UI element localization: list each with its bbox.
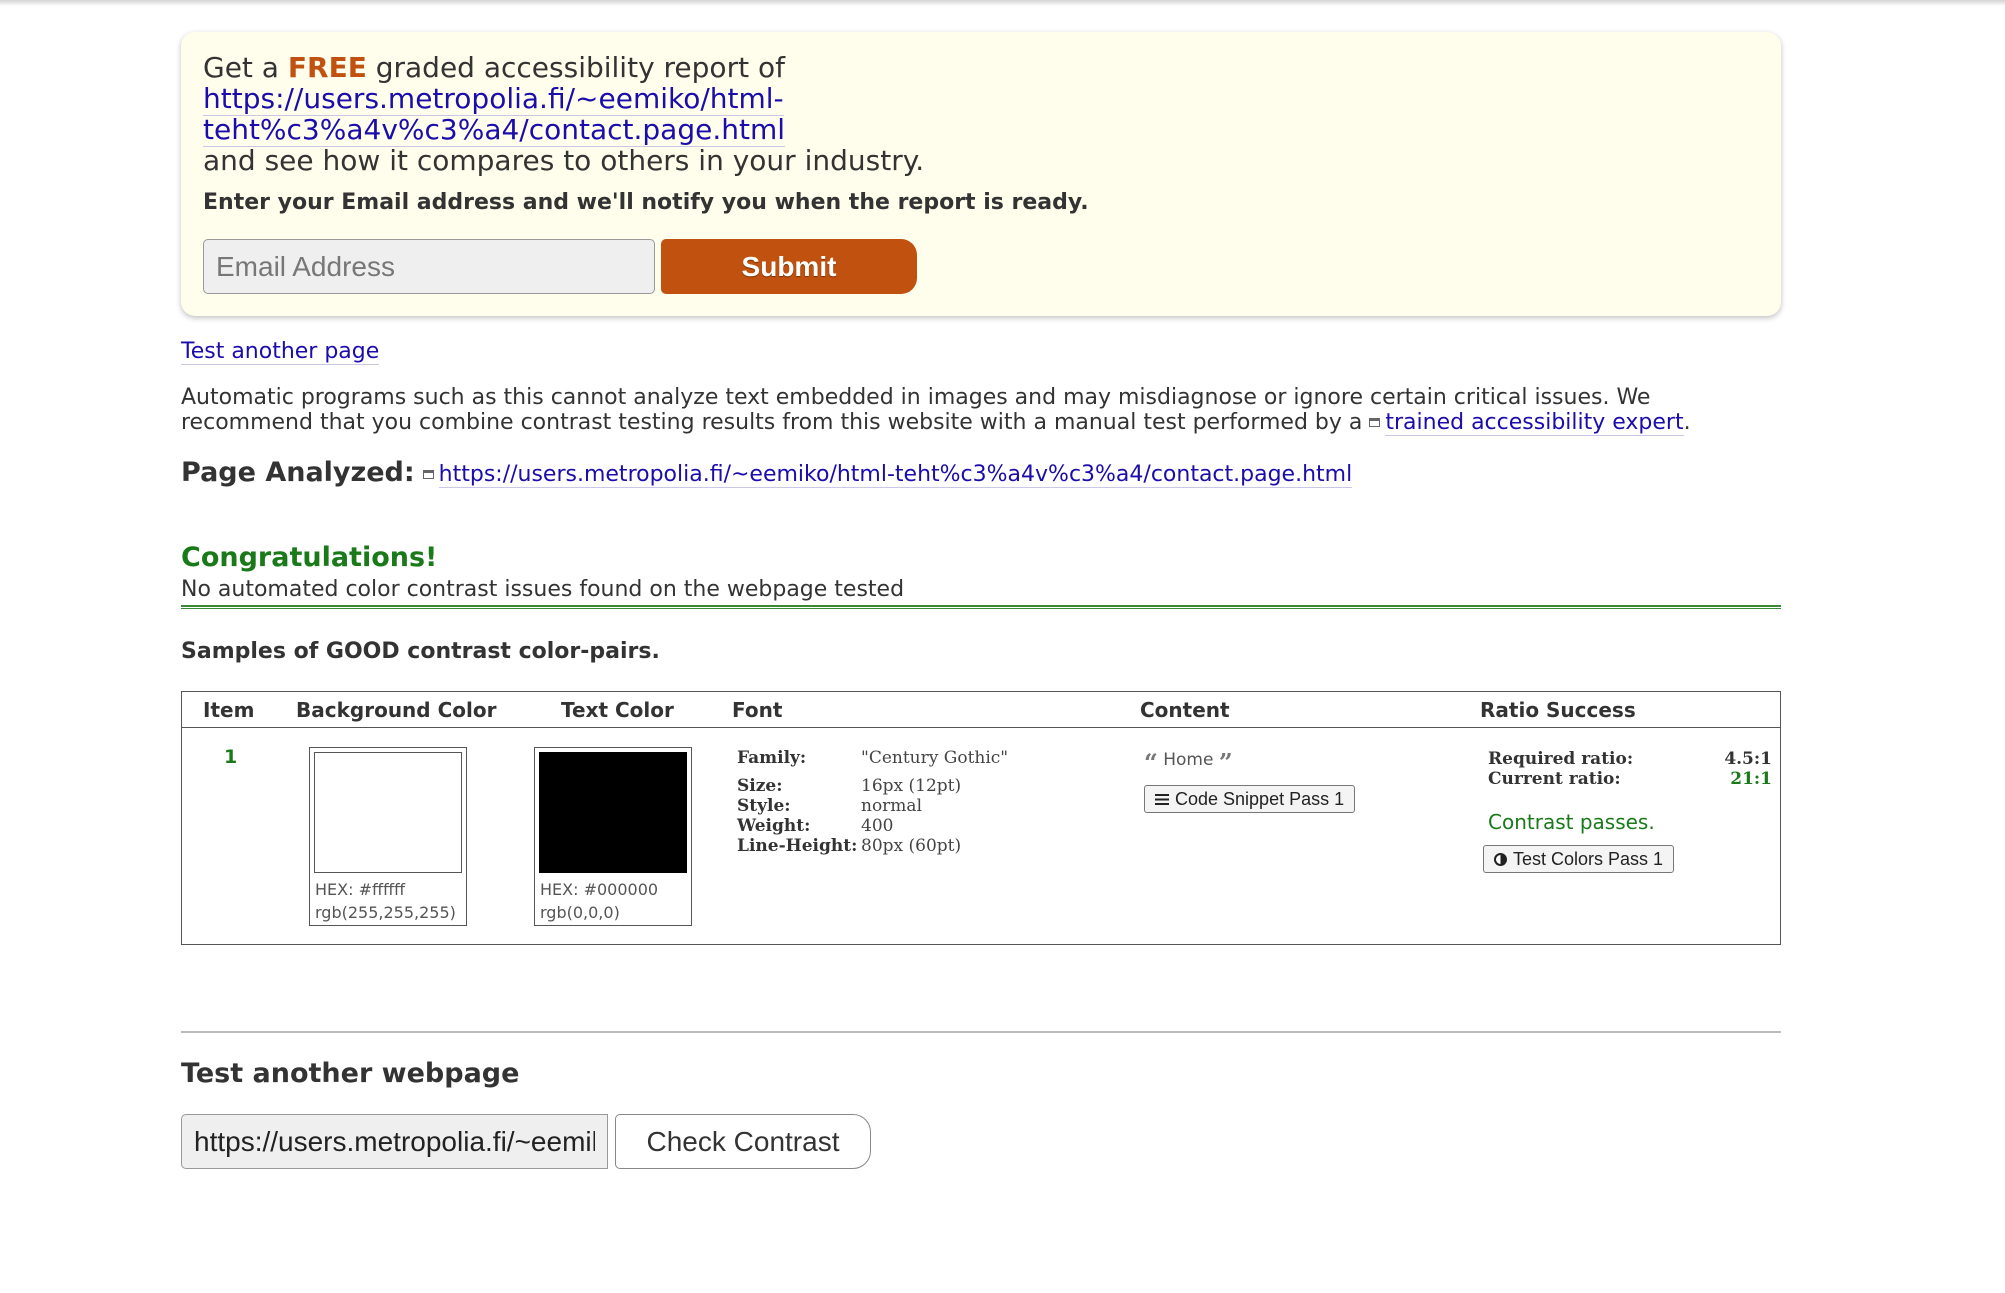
content-text: Home — [1163, 750, 1214, 770]
text-rgb: rgb(0,0,0) — [540, 903, 620, 922]
font-weight-row: Weight: 400 — [737, 816, 894, 836]
email-prompt: Enter your Email address and we'll notif… — [203, 190, 1089, 215]
test-colors-button[interactable]: Test Colors Pass 1 — [1483, 845, 1675, 873]
ratio-info: Required ratio: 4.5:1 Current ratio: 21:1 — [1488, 749, 1772, 789]
footer-divider — [181, 1031, 1781, 1033]
text-color-swatch — [539, 752, 687, 873]
external-window-icon — [422, 470, 434, 479]
header-content: Content — [1140, 698, 1230, 722]
header-text-color: Text Color — [561, 698, 674, 722]
promo-intro-end: and see how it compares to others in you… — [203, 144, 925, 177]
font-lineheight-row: Line-Height: 80px (60pt) — [737, 836, 962, 856]
report-url-link[interactable]: https://users.metropolia.fi/~eemiko/html… — [203, 82, 786, 147]
required-ratio-row: Required ratio: 4.5:1 — [1488, 749, 1772, 769]
free-label: FREE — [287, 51, 367, 84]
promo-intro: Get a FREE graded accessibility report o… — [203, 51, 925, 177]
item-number: 1 — [224, 746, 238, 768]
background-color-swatch-box: HEX: #ffffff rgb(255,255,255) — [309, 747, 467, 926]
disclaimer: Automatic programs such as this cannot a… — [181, 385, 1691, 436]
page-analyzed: Page Analyzed: https://users.metropolia.f… — [181, 457, 1353, 488]
test-another-webpage-title: Test another webpage — [181, 1058, 520, 1089]
email-input[interactable] — [203, 239, 655, 294]
free-report-panel: Get a FREE graded accessibility report o… — [181, 32, 1781, 316]
text-hex: HEX: #000000 — [540, 880, 659, 899]
background-rgb: rgb(255,255,255) — [315, 903, 456, 922]
text-color-swatch-box: HEX: #000000 rgb(0,0,0) — [534, 747, 692, 926]
content-sample: “ Home ” — [1144, 748, 1233, 777]
test-another-page-link[interactable]: Test another page — [181, 339, 380, 365]
lines-icon — [1155, 793, 1169, 805]
results-table: Item Background Color Text Color Font Co… — [181, 691, 1781, 945]
font-info: Family: "Century Gothic" Size: 16px (12pt)… — [737, 748, 1008, 856]
current-ratio-row: Current ratio: 21:1 — [1488, 769, 1772, 789]
background-hex: HEX: #ffffff — [315, 880, 406, 899]
header-ratio-success: Ratio Success — [1480, 698, 1636, 722]
header-divider — [182, 727, 1780, 728]
header-background-color: Background Color — [296, 698, 497, 722]
font-size-row: Size: 16px (12pt) — [737, 776, 962, 796]
font-family-row: Family: "Century Gothic" — [737, 748, 1009, 768]
background-color-swatch — [314, 752, 462, 873]
analyzed-url-link[interactable]: https://users.metropolia.fi/~eemiko/html… — [438, 462, 1353, 488]
page-analyzed-label: Page Analyzed: — [181, 457, 415, 488]
congrats-title: Congratulations! — [181, 542, 438, 573]
open-quote-icon: “ — [1144, 748, 1158, 777]
contrast-icon — [1494, 852, 1507, 866]
accessibility-expert-link[interactable]: trained accessibility expert — [1385, 410, 1684, 436]
code-snippet-button[interactable]: Code Snippet Pass 1 — [1144, 785, 1356, 813]
congrats-message: No automated color contrast issues found… — [181, 577, 905, 602]
close-quote-icon: ” — [1218, 748, 1233, 777]
contrast-passes: Contrast passes. — [1488, 810, 1655, 834]
check-contrast-button[interactable]: Check Contrast — [615, 1114, 871, 1169]
samples-title: Samples of GOOD contrast color-pairs. — [181, 639, 660, 664]
font-style-row: Style: normal — [737, 796, 923, 816]
header-item: Item — [203, 698, 255, 722]
header-font: Font — [732, 698, 783, 722]
submit-button[interactable]: Submit — [661, 239, 917, 294]
section-divider — [181, 605, 1781, 609]
url-input[interactable] — [181, 1114, 608, 1169]
top-shadow — [0, 0, 2005, 6]
external-window-icon — [1369, 418, 1381, 427]
